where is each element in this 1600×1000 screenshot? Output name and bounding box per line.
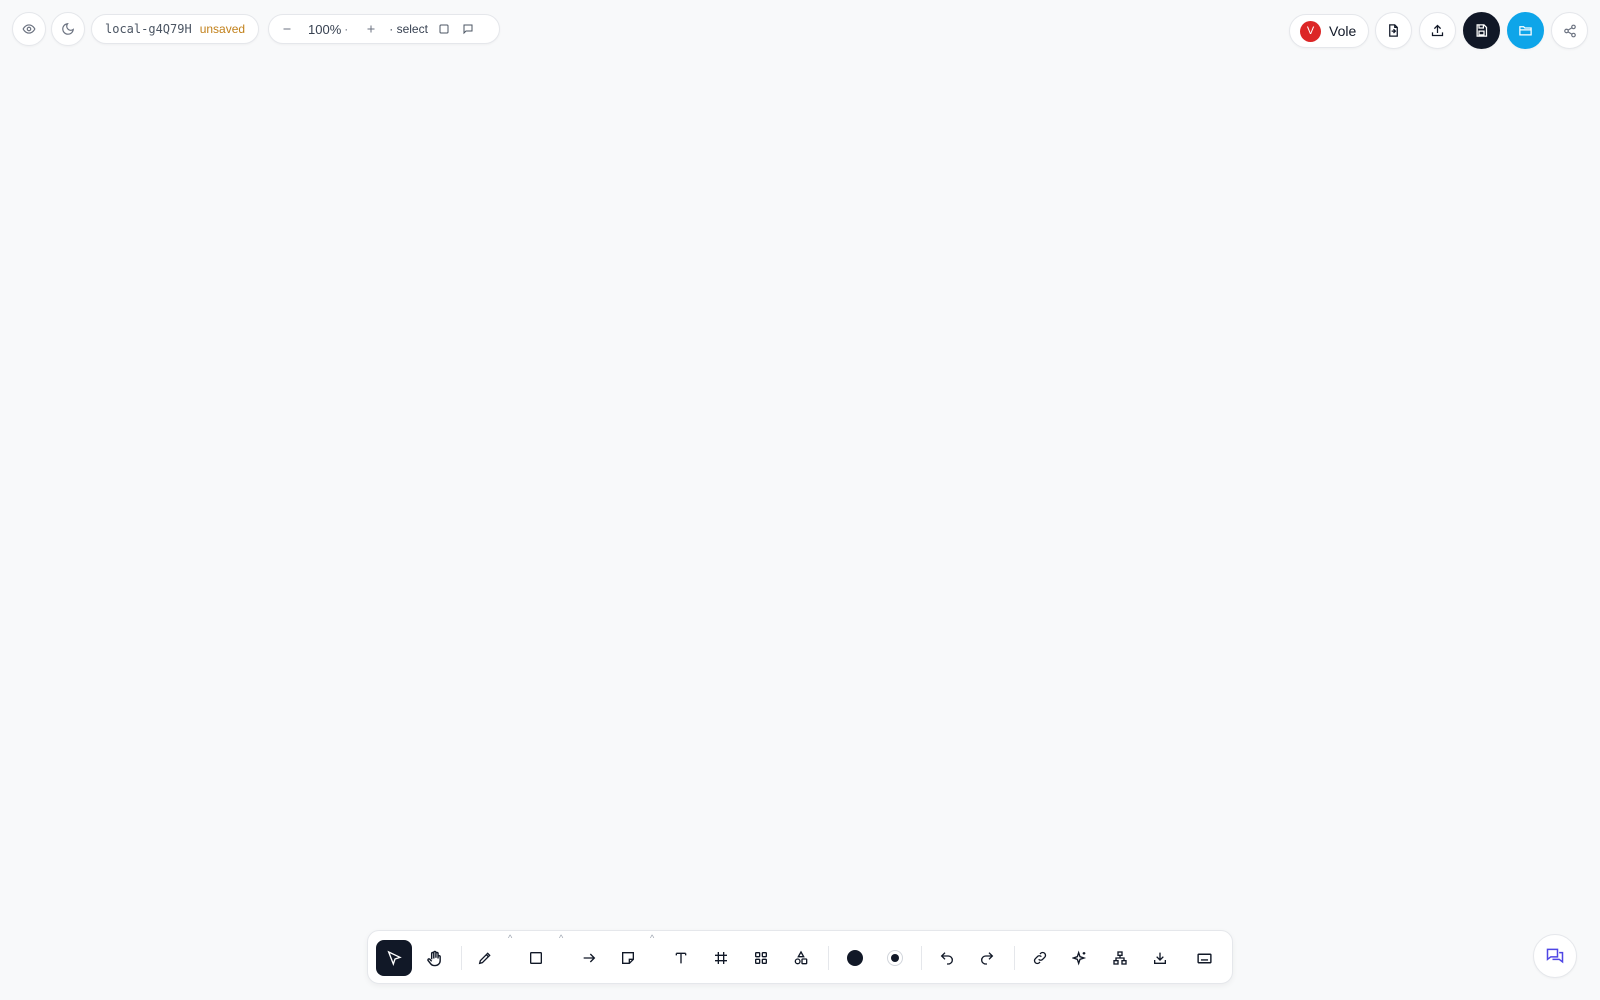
sticky-note-icon: [622, 952, 634, 964]
upload-icon: [1430, 23, 1445, 38]
sparkle-icon: [1072, 950, 1087, 966]
eye-icon: [22, 22, 36, 36]
import-button[interactable]: [1375, 12, 1412, 49]
avatar: V: [1300, 20, 1321, 42]
download-icon: [1154, 952, 1166, 964]
stroke-color-swatch: [847, 950, 863, 966]
rectangle-icon: [530, 952, 542, 964]
link-button[interactable]: [1022, 940, 1058, 976]
undo-button[interactable]: [929, 940, 965, 976]
zoom-in-button[interactable]: [359, 17, 383, 41]
frame-icon: [715, 952, 727, 964]
redo-icon: [981, 952, 994, 965]
upload-button[interactable]: [1419, 12, 1456, 49]
chat-button[interactable]: [1533, 934, 1577, 978]
toolbar-divider: [1014, 946, 1015, 970]
open-folder-button[interactable]: [1507, 12, 1544, 49]
preview-button[interactable]: [12, 12, 46, 46]
comment-button[interactable]: [456, 17, 480, 41]
moon-icon: [61, 22, 75, 36]
hand-icon: [426, 950, 441, 966]
note-tool-button[interactable]: [610, 940, 646, 976]
mode-label: · select: [389, 22, 428, 36]
theme-toggle-button[interactable]: [51, 12, 85, 46]
import-icon: [1386, 23, 1401, 38]
grid-tool-button[interactable]: [743, 940, 779, 976]
zoom-separator: ·: [344, 22, 349, 36]
chat-icon: [1545, 946, 1565, 966]
redo-button[interactable]: [969, 940, 1005, 976]
save-button[interactable]: [1463, 12, 1500, 49]
comment-icon: [463, 24, 473, 35]
bottom-toolbar: ^ ^ ^: [367, 930, 1233, 984]
save-icon: [1474, 23, 1489, 38]
diagram-button[interactable]: [1102, 940, 1138, 976]
download-button[interactable]: [1142, 940, 1178, 976]
pencil-options-caret-icon[interactable]: ^: [508, 933, 512, 943]
toolbar-divider: [921, 946, 922, 970]
folder-icon: [1518, 23, 1533, 38]
keyboard-icon: [1196, 953, 1212, 963]
zoom-controls: 100% · · select: [268, 14, 500, 44]
toolbar-divider: [461, 946, 462, 970]
pencil-icon: [478, 952, 491, 965]
select-tool-button[interactable]: [376, 940, 412, 976]
fill-color-button[interactable]: [877, 940, 913, 976]
hand-tool-button[interactable]: [416, 940, 452, 976]
cursor-icon: [387, 950, 402, 966]
link-icon: [1033, 951, 1047, 965]
document-id: local-g4Q79H: [105, 22, 192, 36]
user-badge[interactable]: V Vole: [1289, 14, 1370, 48]
zoom-out-button[interactable]: [275, 17, 299, 41]
grid-icon: [755, 952, 767, 964]
frame-tool-button[interactable]: [703, 940, 739, 976]
text-tool-button[interactable]: [663, 940, 699, 976]
toolbar-divider: [828, 946, 829, 970]
sitemap-icon: [1113, 951, 1127, 965]
note-options-caret-icon[interactable]: ^: [650, 933, 654, 943]
ai-sparkle-button[interactable]: [1062, 940, 1098, 976]
arrow-right-icon: [583, 953, 596, 963]
fill-color-swatch: [887, 950, 903, 966]
rectangle-tool-button[interactable]: [518, 940, 554, 976]
plus-icon: [367, 25, 375, 33]
undo-icon: [940, 952, 953, 965]
square-icon: [439, 24, 449, 34]
share-icon: [1563, 24, 1577, 38]
keyboard-shortcuts-button[interactable]: [1186, 940, 1222, 976]
pencil-tool-button[interactable]: [467, 940, 503, 976]
stroke-color-button[interactable]: [837, 940, 873, 976]
document-badge[interactable]: local-g4Q79H unsaved: [91, 14, 260, 44]
minus-icon: [283, 28, 291, 30]
arrow-tool-button[interactable]: [571, 940, 607, 976]
shape-options-caret-icon[interactable]: ^: [559, 933, 563, 943]
drawing-canvas[interactable]: [0, 0, 1600, 1000]
shapes-tool-button[interactable]: [783, 940, 819, 976]
frame-toggle-button[interactable]: [432, 17, 456, 41]
shapes-icon: [794, 950, 808, 965]
zoom-level[interactable]: 100%: [308, 22, 341, 37]
user-name: Vole: [1329, 23, 1357, 39]
text-icon: [675, 952, 687, 964]
save-status: unsaved: [199, 22, 246, 36]
fill-color-dot: [891, 954, 899, 962]
share-button[interactable]: [1551, 12, 1588, 49]
